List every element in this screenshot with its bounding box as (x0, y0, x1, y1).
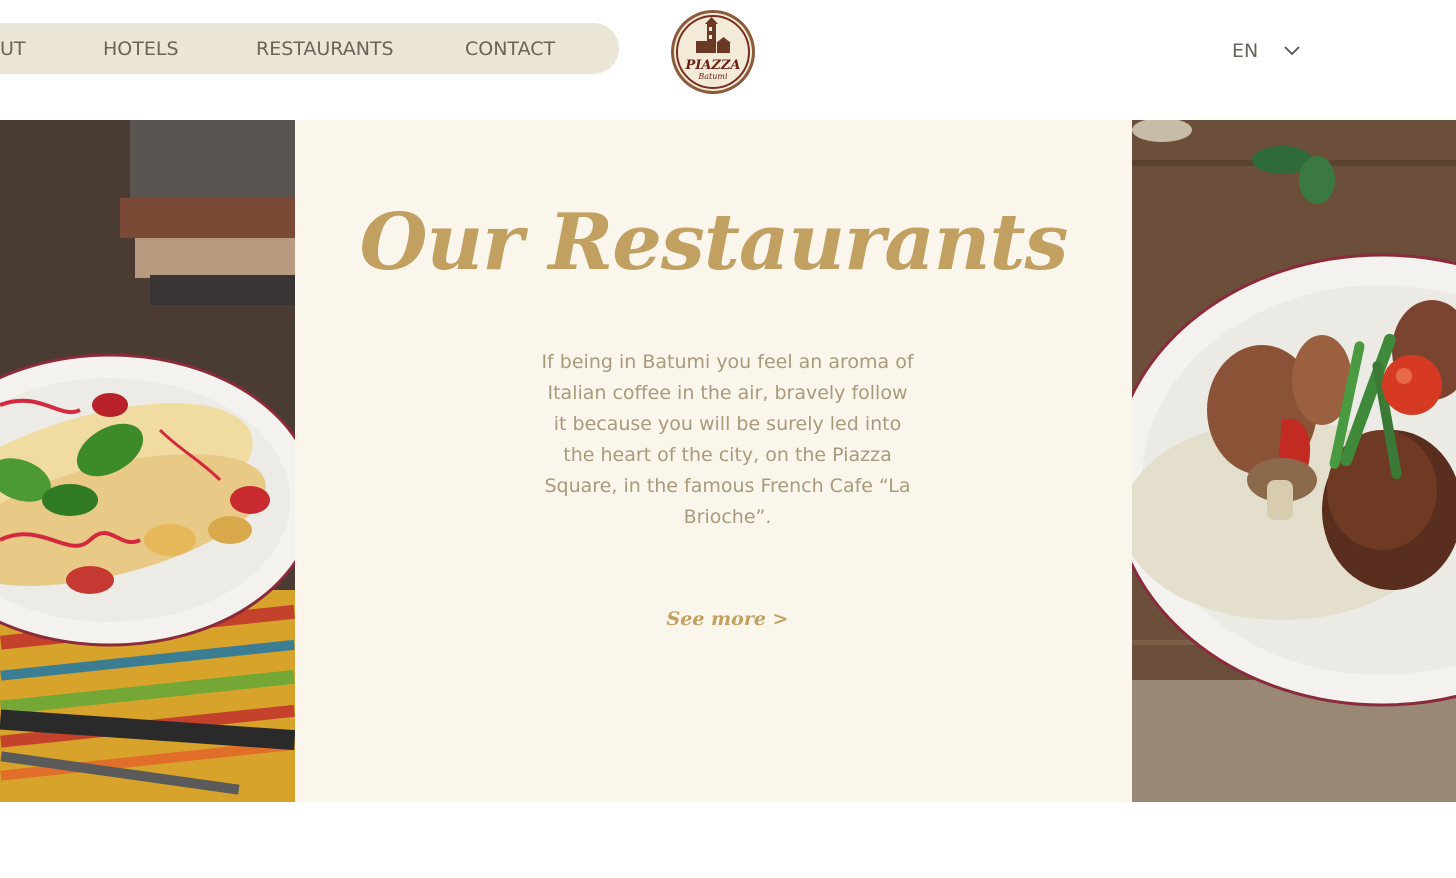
see-more-link[interactable]: See more > (295, 608, 1160, 630)
language-selector[interactable]: EN (1232, 38, 1300, 64)
chevron-down-icon (1284, 46, 1300, 56)
language-label: EN (1232, 40, 1259, 62)
nav-item-contact[interactable]: CONTACT (465, 38, 555, 60)
nav-item-hotels[interactable]: HOTELS (103, 38, 179, 60)
nav-item-restaurants[interactable]: RESTAURANTS (256, 38, 394, 60)
restaurants-panel: Our Restaurants If being in Batumi you f… (295, 120, 1132, 802)
section-title: Our Restaurants (359, 197, 1069, 288)
steak-photo (1132, 120, 1456, 802)
section-description: If being in Batumi you feel an aroma of … (541, 351, 914, 528)
logo-wordmark: PIAZZA (684, 58, 740, 73)
logo-city: Batumi (697, 72, 728, 81)
piazza-batumi-logo[interactable]: PIAZZA Batumi (670, 9, 756, 95)
nav-item-about[interactable]: UT (0, 38, 26, 60)
crepes-photo (0, 120, 295, 802)
